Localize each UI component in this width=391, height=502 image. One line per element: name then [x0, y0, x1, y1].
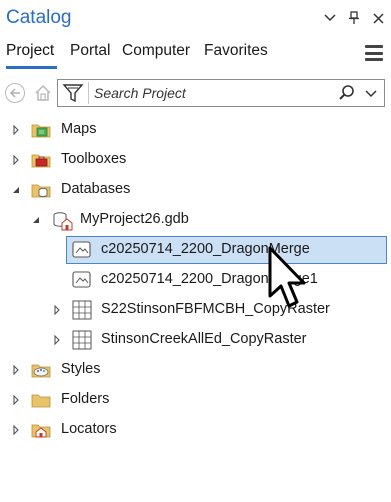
tree-item-raster[interactable]: c20250714_2200_DragonMerge1 [66, 267, 387, 293]
tab-portal[interactable]: Portal [70, 42, 111, 60]
tree-item-label: Locators [61, 421, 117, 437]
tree-item-label: c20250714_2200_DragonMerge1 [101, 271, 318, 287]
chevron-down-icon[interactable] [323, 10, 337, 26]
expand-arrow-icon[interactable] [52, 305, 62, 315]
tree-item-databases[interactable]: Databases [0, 177, 391, 203]
expand-arrow-icon[interactable] [11, 155, 21, 165]
search-icon[interactable] [338, 84, 356, 102]
tree-item-label: Databases [61, 181, 131, 197]
tree-item-geodatabase[interactable]: MyProject26.gdb [0, 207, 391, 233]
back-arrow-icon[interactable] [5, 83, 25, 103]
tab-computer[interactable]: Computer [122, 42, 190, 60]
title-bar-controls [323, 10, 385, 26]
tree-item-label: Maps [61, 121, 97, 137]
pane-title: Catalog [6, 7, 72, 28]
tab-project[interactable]: Project [6, 42, 54, 60]
maps-folder-icon [31, 120, 51, 140]
raster-grid-icon [72, 330, 92, 350]
close-icon[interactable] [371, 10, 385, 26]
locators-folder-icon [31, 420, 51, 440]
folder-icon [31, 390, 51, 410]
tree-item-raster-selected[interactable]: c20250714_2200_DragonMerge [66, 236, 387, 264]
active-tab-indicator [6, 66, 57, 69]
tree-item-raster[interactable]: StinsonCreekAllEd_CopyRaster [0, 327, 391, 353]
tree-item-toolboxes[interactable]: Toolboxes [0, 147, 391, 173]
styles-folder-icon [31, 360, 51, 380]
geodatabase-icon [51, 210, 73, 231]
home-icon[interactable] [33, 83, 53, 103]
expand-arrow-icon[interactable] [11, 125, 21, 135]
tree-item-folders[interactable]: Folders [0, 387, 391, 413]
database-folder-icon [31, 180, 51, 200]
tab-favorites[interactable]: Favorites [204, 42, 268, 60]
tree-item-label: StinsonCreekAllEd_CopyRaster [101, 331, 307, 347]
tree-item-label: MyProject26.gdb [80, 211, 189, 227]
expand-arrow-icon[interactable] [11, 395, 21, 405]
raster-grid-icon [72, 300, 92, 320]
search-input[interactable] [94, 83, 330, 103]
toolbox-folder-icon [31, 150, 51, 170]
tree-item-styles[interactable]: Styles [0, 357, 391, 383]
collapse-arrow-icon[interactable] [31, 215, 41, 225]
menu-icon[interactable] [365, 45, 383, 61]
search-box [57, 79, 385, 107]
raster-dataset-icon [72, 241, 92, 261]
tree-item-label: Toolboxes [61, 151, 127, 167]
catalog-toolbar [0, 78, 391, 108]
tree-item-label: Styles [61, 361, 101, 377]
expand-arrow-icon[interactable] [11, 425, 21, 435]
tree-item-label: S22StinsonFBFMCBH_CopyRaster [101, 301, 330, 317]
tree-item-locators[interactable]: Locators [0, 417, 391, 443]
collapse-arrow-icon[interactable] [11, 185, 21, 195]
filter-icon[interactable] [60, 82, 86, 104]
search-separator [88, 82, 89, 104]
pin-icon[interactable] [347, 10, 361, 26]
tree-item-label: c20250714_2200_DragonMerge [101, 241, 310, 257]
title-bar: Catalog [0, 0, 391, 36]
expand-arrow-icon[interactable] [52, 335, 62, 345]
tree-item-maps[interactable]: Maps [0, 117, 391, 143]
catalog-tabs: Project Portal Computer Favorites [0, 40, 391, 68]
tree-item-raster[interactable]: S22StinsonFBFMCBH_CopyRaster [0, 297, 391, 323]
search-options-chevron-icon[interactable] [364, 84, 378, 102]
raster-dataset-icon [72, 271, 92, 291]
tree-item-label: Folders [61, 391, 110, 407]
expand-arrow-icon[interactable] [11, 365, 21, 375]
